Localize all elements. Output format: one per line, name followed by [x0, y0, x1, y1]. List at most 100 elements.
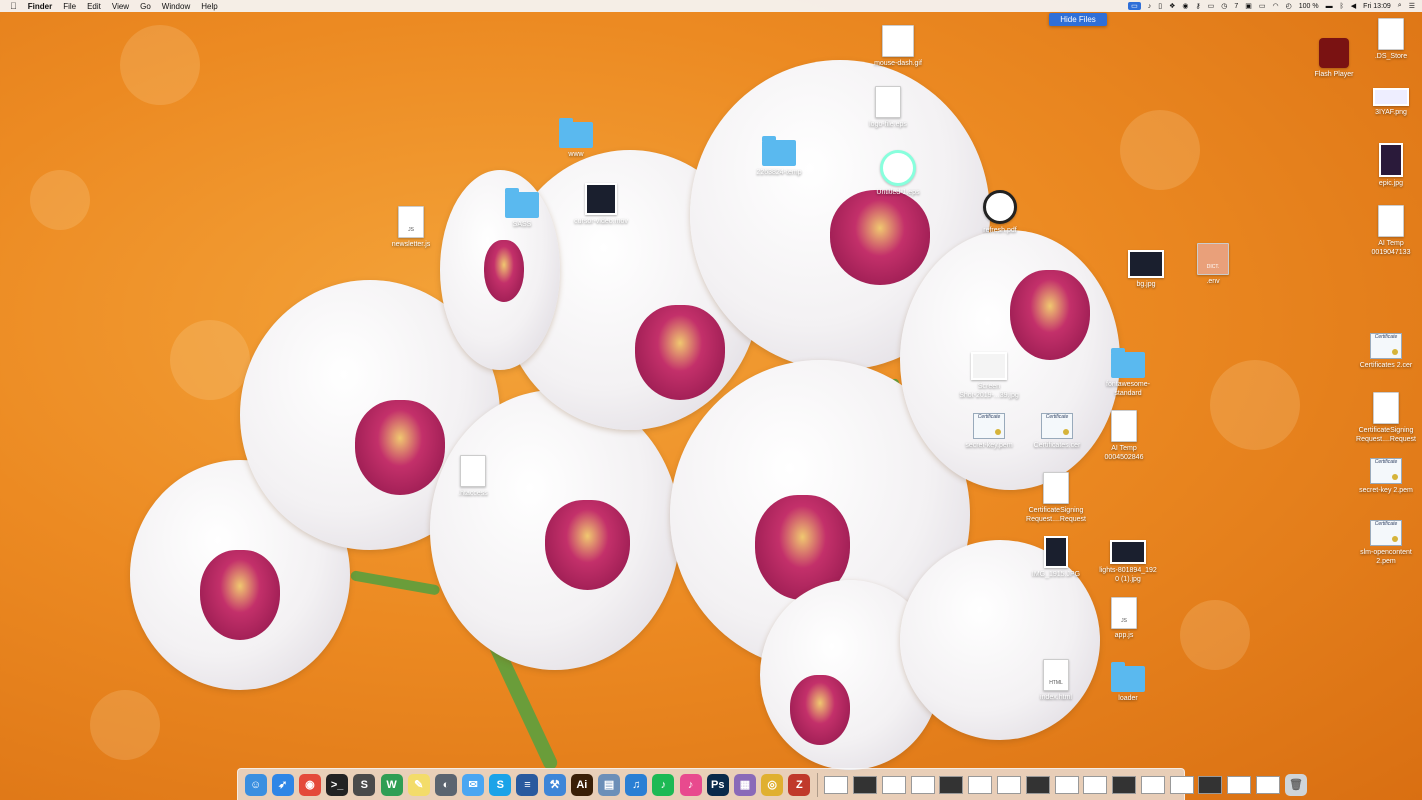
minimized-window-thumbnail[interactable] — [1112, 775, 1137, 794]
desktop-icon-refresh[interactable]: refresh.pdf — [965, 190, 1035, 235]
clock[interactable]: Fri 13:09 — [1363, 3, 1391, 10]
filezilla-dock-icon[interactable]: Z — [788, 773, 811, 796]
notification-center-icon[interactable]: ☰ — [1409, 2, 1415, 10]
terminal-dock-icon[interactable]: >_ — [326, 773, 349, 796]
coins-dock-icon[interactable]: ◎ — [761, 773, 784, 796]
itunes-connect-dock-icon[interactable]: ♫ — [625, 773, 648, 796]
minimized-window-thumbnail[interactable] — [997, 775, 1022, 794]
spotify-dock-icon[interactable]: ♪ — [652, 773, 675, 796]
desktop-icon-env[interactable]: DICT. .env — [1178, 243, 1248, 286]
minimized-window-thumbnail[interactable] — [1054, 775, 1079, 794]
music-icon[interactable]: ♪ — [1148, 3, 1152, 10]
desktop-icon-screen-shot[interactable]: Screen Shot-2019-...39.jpg — [954, 352, 1024, 400]
eps-file-icon — [880, 150, 916, 186]
archive-dock-icon[interactable]: ▦ — [733, 773, 756, 796]
minimized-window-thumbnail[interactable] — [1140, 775, 1165, 794]
menu-go[interactable]: Go — [140, 2, 151, 11]
notes-dock-icon[interactable]: ✎ — [407, 773, 430, 796]
desktop-icon-index-html[interactable]: HTML index.html — [1021, 659, 1091, 702]
desktop-icon-ai-temp-1[interactable]: AI Temp 0019047133 — [1356, 205, 1422, 257]
minimized-window-thumbnail[interactable] — [1083, 775, 1108, 794]
desktop-icon-loader[interactable]: loader — [1093, 662, 1163, 703]
desktop-icon-certificates-2[interactable]: Certificate Certificates 2.cer — [1351, 333, 1421, 370]
desktop-icon-htaccess[interactable]: .htaccess — [438, 455, 508, 498]
minimized-window-thumbnail[interactable] — [1227, 775, 1252, 794]
menu-window[interactable]: Window — [162, 2, 190, 11]
database-dock-icon[interactable]: ≡ — [516, 773, 539, 796]
bluetooth-icon[interactable]: ᛒ — [1340, 3, 1344, 10]
desktop-icon-ai-temp-2[interactable]: AI Temp 0004502846 — [1089, 410, 1159, 462]
desktop-icon-3iyaf[interactable]: 3IYAF.png — [1356, 88, 1422, 117]
phone-icon[interactable]: ▯ — [1158, 2, 1162, 10]
desktop-icon-img-1915[interactable]: IMG_1915.JPG — [1021, 536, 1091, 579]
minimized-window-thumbnail[interactable] — [1256, 775, 1281, 794]
desktop-icon-sass[interactable]: SASS — [487, 188, 557, 229]
eye-icon[interactable]: ◉ — [1182, 2, 1188, 10]
hide-files-menu-item[interactable]: Hide Files — [1049, 13, 1107, 26]
trash-icon[interactable]: 🗑 — [1285, 773, 1308, 796]
apple-menu-icon[interactable]:  — [10, 1, 17, 11]
safari-dock-icon[interactable]: ➶ — [271, 773, 294, 796]
messages-dock-icon[interactable]: ✉ — [462, 773, 485, 796]
time-machine-icon[interactable]: ◷ — [1221, 2, 1227, 10]
desktop-icon-www[interactable]: www — [541, 118, 611, 159]
minimized-window-thumbnail[interactable] — [968, 775, 993, 794]
menu-view[interactable]: View — [112, 2, 129, 11]
desktop-icon-csr[interactable]: CertificateSigning Request....Request — [1021, 472, 1091, 524]
minimized-window-thumbnail[interactable] — [853, 775, 878, 794]
desktop-icon-secret-key[interactable]: Certificate secret-key.pem — [954, 413, 1024, 450]
desktop-icon-certificates[interactable]: Certificate Certificates.cer — [1022, 413, 1092, 450]
desktop-icon-ds-store[interactable]: .DS_Store — [1356, 18, 1422, 61]
spaces-indicator[interactable]: 7 — [1234, 3, 1238, 10]
sublime-dock-icon[interactable]: S — [353, 773, 376, 796]
minimized-window-thumbnail[interactable] — [939, 775, 964, 794]
menu-edit[interactable]: Edit — [87, 2, 101, 11]
minimized-window-thumbnail[interactable] — [881, 775, 906, 794]
wifi-icon[interactable]: ◠ — [1273, 2, 1279, 10]
display-icon[interactable]: ▣ — [1245, 2, 1252, 10]
desktop-icon-bg[interactable]: bg.jpg — [1111, 250, 1181, 289]
skype-dock-icon[interactable]: S — [489, 773, 512, 796]
key-icon[interactable]: ⚷ — [1195, 2, 1200, 10]
dropbox-icon[interactable]: ❖ — [1169, 2, 1175, 10]
sync-icon[interactable]: ◴ — [1286, 2, 1292, 10]
search-icon[interactable]: ⌕ — [1398, 2, 1402, 10]
hide-files-status-icon[interactable]: ▭ — [1128, 2, 1141, 10]
menu-file[interactable]: File — [63, 2, 76, 11]
desktop-icon-2263824-temp[interactable]: 2263824-temp — [744, 136, 814, 177]
desktop-icon-fontawesome[interactable]: fontawesome- standard — [1093, 348, 1163, 398]
wunderlist-dock-icon[interactable]: W — [380, 773, 403, 796]
xcode-dock-icon[interactable]: ⚒ — [543, 773, 566, 796]
volume-icon[interactable]: ◀ — [1351, 2, 1356, 10]
battery-icon[interactable]: ▬ — [1326, 3, 1333, 10]
minimized-window-thumbnail[interactable] — [824, 775, 849, 794]
menu-help[interactable]: Help — [201, 2, 217, 11]
minimized-window-thumbnail[interactable] — [1198, 775, 1223, 794]
chrome-dock-icon[interactable]: ◉ — [298, 773, 321, 796]
desktop-icon-epic[interactable]: epic.jpg — [1356, 143, 1422, 188]
monitor-icon[interactable]: ▭ — [1208, 2, 1215, 10]
itunes-dock-icon[interactable]: ♪ — [679, 773, 702, 796]
desktop-icon-slm[interactable]: Certificate slm-opencontent 2.pem — [1351, 520, 1421, 566]
airplay-icon[interactable]: ▭ — [1259, 2, 1266, 10]
desktop-icon-lights[interactable]: lights-801894_192 0 (1).jpg — [1093, 540, 1163, 584]
photoshop-dock-icon[interactable]: Ps — [706, 773, 729, 796]
minimized-window-thumbnail[interactable] — [1025, 775, 1050, 794]
gif-file-icon — [882, 25, 914, 57]
desktop-icon-cursor-video[interactable]: cursor-video.mov — [566, 183, 636, 226]
preview-dock-icon[interactable]: ▤ — [598, 773, 621, 796]
minimized-window-thumbnail[interactable] — [1169, 775, 1194, 794]
illustrator-dock-icon[interactable]: Ai — [570, 773, 593, 796]
desktop-icon-untitled[interactable]: Untitled-1.eps — [863, 150, 933, 197]
desktop-icon-mouse-dash[interactable]: mouse-dash.gif — [863, 25, 933, 68]
desktop-icon-app-js[interactable]: JS app.js — [1089, 597, 1159, 640]
desktop-icon-newsletter[interactable]: JS newsletter.js — [376, 206, 446, 249]
minimized-window-thumbnail[interactable] — [910, 775, 935, 794]
battery-label[interactable]: 100 % — [1299, 3, 1319, 10]
desktop-icon-csr-2[interactable]: CertificateSigning Request....Request — [1351, 392, 1421, 444]
finder-dock-icon[interactable]: ☺ — [244, 773, 267, 796]
desktop-icon-logo-file[interactable]: logo-file.eps — [853, 86, 923, 129]
sequel-dock-icon[interactable]: ◐ — [434, 773, 457, 796]
desktop-icon-secret-key-2[interactable]: Certificate secret-key 2.pem — [1351, 458, 1421, 495]
menu-app-name[interactable]: Finder — [28, 2, 52, 11]
